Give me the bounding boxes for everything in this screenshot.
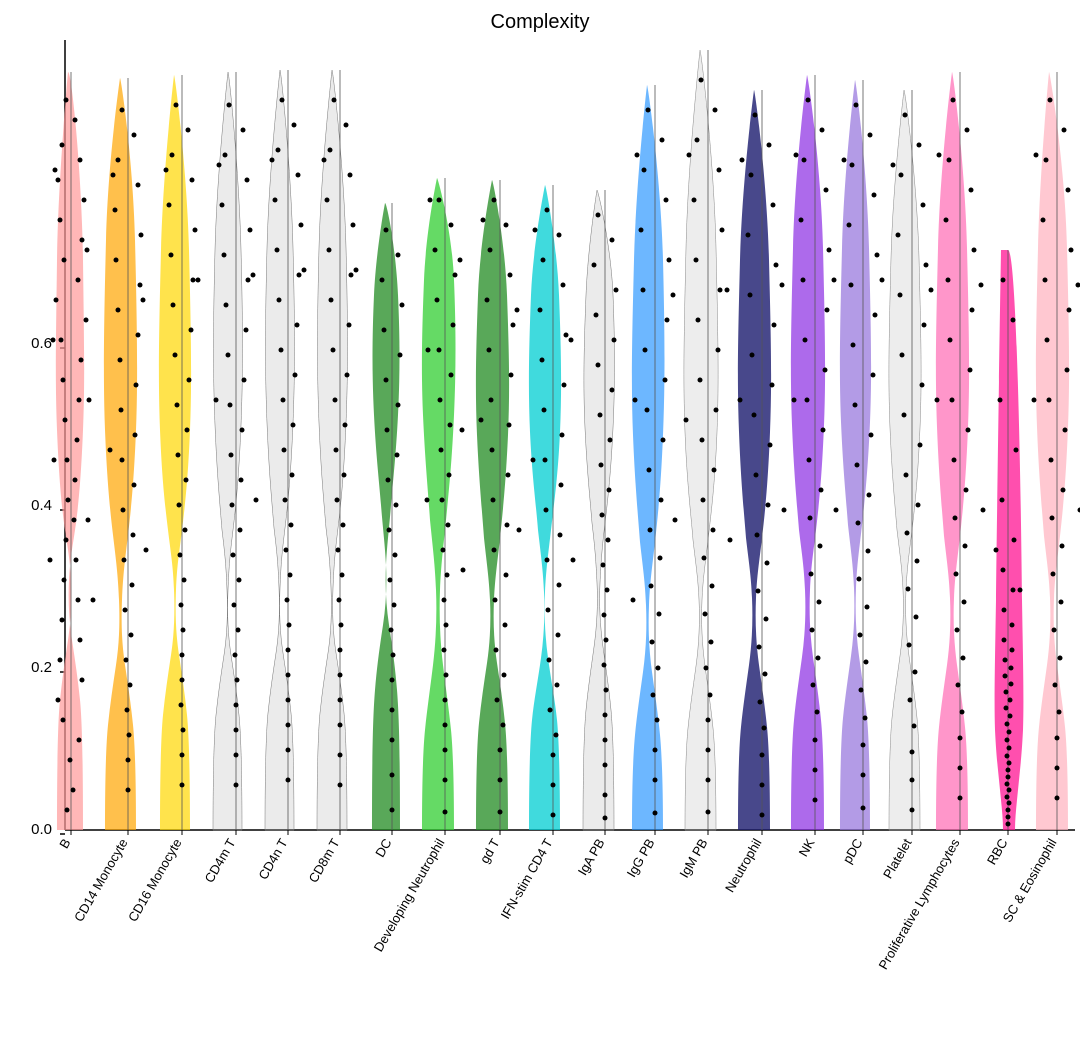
y-label-06: 0.6 xyxy=(31,335,52,352)
violin-IgM-PB xyxy=(684,50,733,830)
x-label-CD4m: CD4m T xyxy=(202,836,239,885)
y-label-02: 0.2 xyxy=(31,659,52,676)
x-label-B: B xyxy=(56,836,73,851)
x-label-NK: NK xyxy=(796,836,818,859)
x-label-CD14: CD14 Monocyte xyxy=(71,836,131,924)
x-label-CD4n: CD4n T xyxy=(255,836,290,882)
violin-NK xyxy=(791,75,839,830)
x-label-Neutrophil: Neutrophil xyxy=(722,836,765,895)
y-label-04: 0.4 xyxy=(31,497,52,514)
violin-CD4m-T xyxy=(213,72,259,830)
violin-gd-T xyxy=(476,180,522,830)
violin-IgA-PB xyxy=(583,190,619,830)
violin-RBC xyxy=(994,250,1024,830)
x-label-CD8m: CD8m T xyxy=(306,836,343,885)
chart-container: Complexity 0.0 0.2 0.4 0.6 xyxy=(0,0,1080,1048)
x-label-gdT: gd T xyxy=(477,836,503,866)
y-label-0: 0.0 xyxy=(31,821,52,838)
violin-pDC xyxy=(840,80,885,830)
violin-CD8m-T xyxy=(317,70,359,830)
violin-DC xyxy=(372,203,405,830)
violin-Platelet xyxy=(889,90,934,830)
violin-Developing-Neutrophil xyxy=(422,178,466,830)
violin-Neutrophil xyxy=(738,90,787,830)
x-label-SC: SC & Eosinophil xyxy=(1000,836,1060,925)
violin-CD4n-T xyxy=(265,70,307,830)
x-label-Platelet: Platelet xyxy=(880,836,915,881)
x-label-pDC: pDC xyxy=(840,836,866,866)
violin-IgG-PB xyxy=(631,85,678,830)
violin-CD14-Monocyte xyxy=(104,78,149,830)
main-svg: Complexity 0.0 0.2 0.4 0.6 xyxy=(0,0,1080,1048)
chart-title: Complexity xyxy=(491,11,590,33)
violin-IFN-stim-CD4-T xyxy=(529,185,576,830)
x-label-IgGPB: IgG PB xyxy=(624,836,658,880)
violin-SC-Eosinophil xyxy=(1032,72,1080,830)
x-label-IFN: IFN-stim CD4 T xyxy=(498,836,556,922)
x-label-DC: DC xyxy=(372,836,394,860)
x-label-IgAPB: IgA PB xyxy=(575,836,608,878)
x-label-ProlLymph: Proliferative Lymphocytes xyxy=(875,836,962,972)
violin-Proliferative-Lymphocytes xyxy=(935,72,986,830)
x-label-CD16: CD16 Monocyte xyxy=(125,836,185,924)
violin-B xyxy=(48,72,96,830)
x-label-RBC: RBC xyxy=(984,836,1011,867)
violin-CD16-Monocyte xyxy=(159,75,201,830)
x-label-IgMPB: IgM PB xyxy=(676,836,710,880)
